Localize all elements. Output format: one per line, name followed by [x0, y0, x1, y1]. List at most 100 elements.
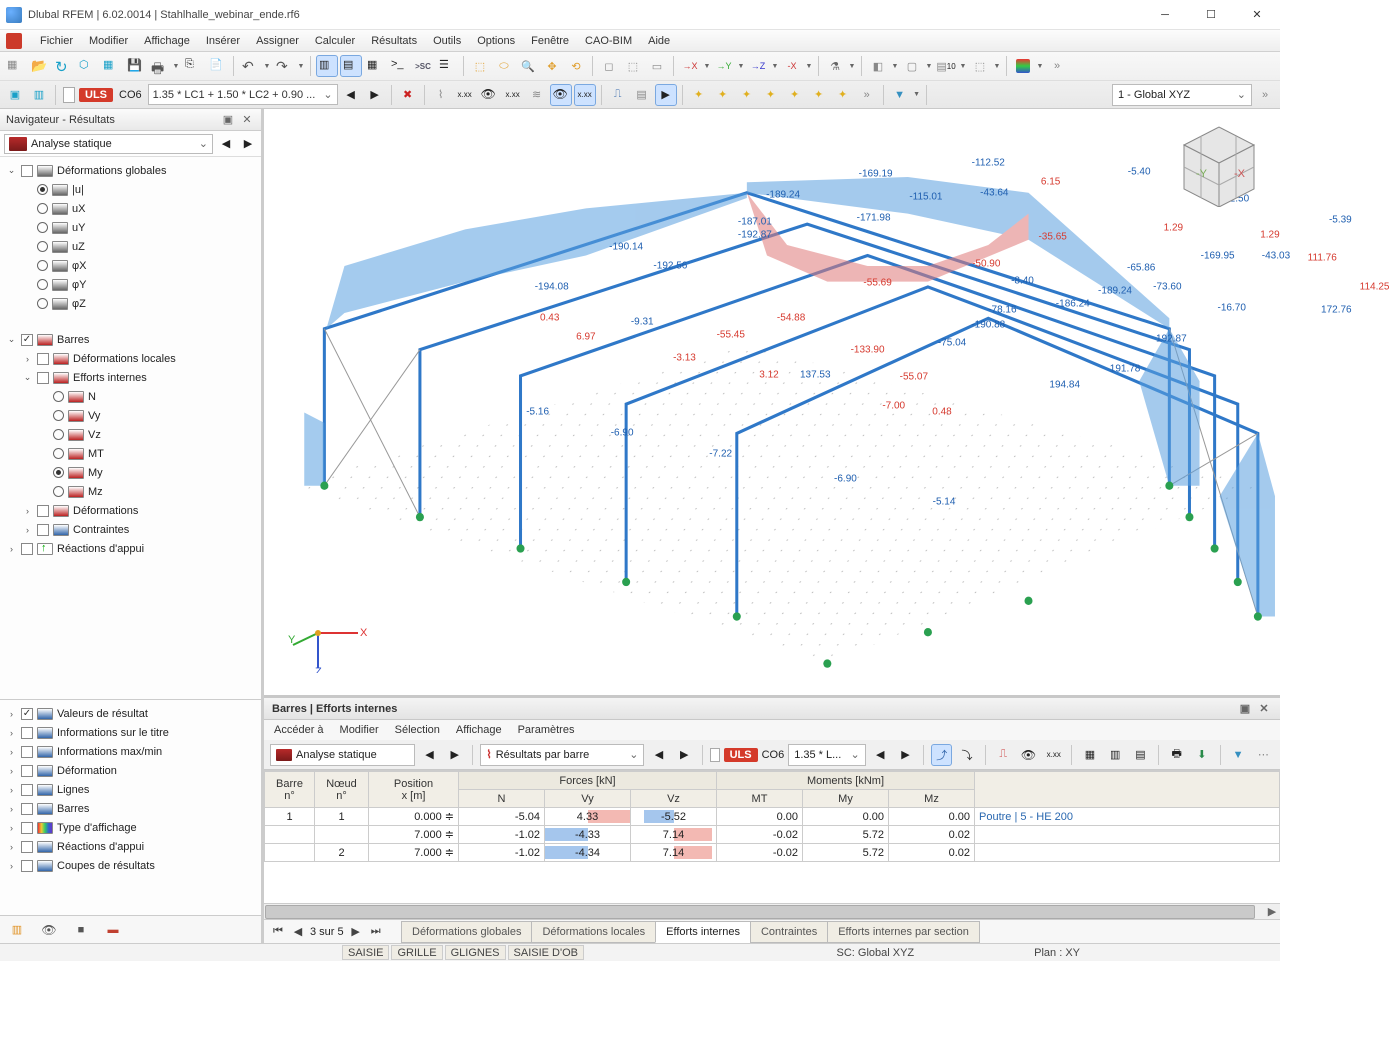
scrollbar-thumb[interactable] — [265, 905, 1255, 919]
table-cell[interactable]: 7.000 ≑ — [369, 826, 459, 844]
tree-effort-Mz[interactable]: Mz — [38, 482, 259, 501]
results-analysis-select[interactable]: Analyse statique — [270, 744, 415, 766]
checkbox[interactable] — [21, 765, 33, 777]
radio[interactable] — [37, 260, 48, 271]
paste-button[interactable]: 📄 — [206, 55, 228, 77]
prev-combo-button[interactable]: ◀ — [340, 84, 362, 106]
settings-button[interactable]: ☰ — [436, 55, 458, 77]
cloud-button[interactable]: ⬡ — [76, 55, 98, 77]
tree-deform-uX[interactable]: uX — [22, 199, 259, 218]
th-mt[interactable]: MT — [717, 790, 803, 808]
menu-résultats[interactable]: Résultats — [363, 30, 425, 51]
dropdown-icon[interactable]: ▼ — [263, 63, 271, 70]
tree-effort-Vy[interactable]: Vy — [38, 406, 259, 425]
menu-fichier[interactable]: Fichier — [32, 30, 81, 51]
menu-assigner[interactable]: Assigner — [248, 30, 307, 51]
star7-button[interactable]: ✦ — [832, 84, 854, 106]
radio[interactable] — [37, 279, 48, 290]
menu-calculer[interactable]: Calculer — [307, 30, 363, 51]
close-results-button[interactable]: ✕ — [1256, 701, 1272, 717]
table-cell[interactable] — [315, 826, 369, 844]
tree-deformations-locales[interactable]: › Déformations locales — [22, 349, 259, 368]
results-eye-button[interactable] — [1018, 744, 1039, 766]
measure-button[interactable]: ⚗ — [824, 55, 846, 77]
results-menu-modifier[interactable]: Modifier — [340, 724, 379, 736]
maximize-button[interactable]: ☐ — [1188, 0, 1234, 29]
tree-effort-Vz[interactable]: Vz — [38, 425, 259, 444]
dropdown-icon[interactable]: ▼ — [913, 91, 921, 98]
table-cell[interactable]: 0.00 — [717, 808, 803, 826]
expand-icon[interactable]: › — [22, 525, 33, 535]
checkbox[interactable] — [21, 860, 33, 872]
dropdown-icon[interactable]: ▼ — [771, 63, 779, 70]
results-tab-4[interactable]: Efforts internes par section — [827, 921, 980, 943]
expand-icon[interactable]: ⌄ — [6, 334, 17, 345]
scroll-right-button[interactable]: ▶ — [1264, 905, 1280, 918]
menu-aide[interactable]: Aide — [640, 30, 678, 51]
tree-effort-N[interactable]: N — [38, 387, 259, 406]
results-tab-0[interactable]: Déformations globales — [401, 921, 532, 943]
front-view-button[interactable]: ▭ — [646, 55, 668, 77]
th-vz[interactable]: Vz — [631, 790, 717, 808]
results-menu-paramètres[interactable]: Paramètres — [518, 724, 575, 736]
table-cell[interactable]: 0.00 — [803, 808, 889, 826]
expand-icon[interactable]: › — [22, 506, 33, 516]
table-cell[interactable] — [975, 844, 1280, 862]
dropdown-icon[interactable]: ▼ — [297, 63, 305, 70]
star2-button[interactable]: ✦ — [712, 84, 734, 106]
th-vy[interactable]: Vy — [545, 790, 631, 808]
tree-deformations[interactable]: › Déformations — [22, 501, 259, 520]
zoom-button[interactable]: 🔍 — [517, 55, 539, 77]
view-cube-icon[interactable]: -Y -X — [1164, 115, 1274, 207]
checkbox[interactable] — [21, 708, 33, 720]
nav-prev-button[interactable]: ◀ — [217, 133, 235, 155]
tab-results-button[interactable]: ▬ — [102, 920, 124, 940]
nav-next-button[interactable]: ▶ — [239, 133, 257, 155]
tree-efforts-internes[interactable]: ⌄ Efforts internes — [22, 368, 259, 387]
th-noeud[interactable]: Nœud n° — [315, 772, 369, 808]
display-opt-8[interactable]: › Coupes de résultats — [6, 856, 259, 875]
labels-xxx-button[interactable]: x.xx — [454, 84, 476, 106]
results-tbl3-button[interactable]: ▤ — [1130, 744, 1151, 766]
tree-effort-MT[interactable]: MT — [38, 444, 259, 463]
expand-icon[interactable]: › — [6, 709, 17, 719]
table-cell[interactable]: -5.04 — [459, 808, 545, 826]
display-opt-0[interactable]: › Valeurs de résultat — [6, 704, 259, 723]
status-grille[interactable]: GRILLE — [391, 945, 442, 960]
tab-model-button[interactable]: ▥ — [6, 920, 28, 940]
expand-icon[interactable]: › — [6, 842, 17, 852]
dropdown-icon[interactable]: ▼ — [993, 63, 1001, 70]
radio[interactable] — [53, 429, 64, 440]
results-hscrollbar[interactable]: ▶ — [264, 903, 1280, 919]
tab-camera-button[interactable] — [70, 920, 92, 940]
redo-button[interactable] — [273, 55, 295, 77]
expand-icon[interactable]: › — [6, 785, 17, 795]
select-button[interactable]: ⬚ — [469, 55, 491, 77]
results-tab-2[interactable]: Efforts internes — [655, 921, 751, 943]
tree-deform-uY[interactable]: uY — [22, 218, 259, 237]
checkbox[interactable] — [21, 165, 33, 177]
checkbox[interactable] — [37, 353, 49, 365]
results-menu-sélection[interactable]: Sélection — [395, 724, 440, 736]
layer-button[interactable]: ▤10 — [935, 55, 957, 77]
3d-view[interactable]: -112.52-5.40-169.196.15-189.24-115.01-43… — [264, 109, 1280, 695]
table-cell[interactable]: 2 — [315, 844, 369, 862]
diagram-button[interactable]: ⎍ — [607, 84, 629, 106]
next-combo-button[interactable]: ▶ — [364, 84, 386, 106]
checkbox[interactable] — [37, 505, 49, 517]
menu-options[interactable]: Options — [469, 30, 523, 51]
dropdown-icon[interactable]: ▼ — [805, 63, 813, 70]
results-more-button[interactable]: ⋯ — [1253, 744, 1274, 766]
checkbox[interactable] — [21, 822, 33, 834]
dropdown-icon[interactable]: ▼ — [925, 63, 933, 70]
overflow3-button[interactable]: » — [1254, 84, 1276, 106]
model-a-button[interactable]: ▣ — [4, 84, 26, 106]
eye-active-button[interactable] — [550, 84, 572, 106]
expand-icon[interactable]: › — [6, 544, 17, 554]
console-button[interactable]: >_ — [388, 55, 410, 77]
table-cell[interactable]: 4.33 — [545, 808, 631, 826]
dropdown-icon[interactable]: ▼ — [1036, 63, 1044, 70]
new-file-button[interactable] — [4, 55, 26, 77]
th-n[interactable]: N — [459, 790, 545, 808]
del-load-button[interactable]: ✖ — [397, 84, 419, 106]
